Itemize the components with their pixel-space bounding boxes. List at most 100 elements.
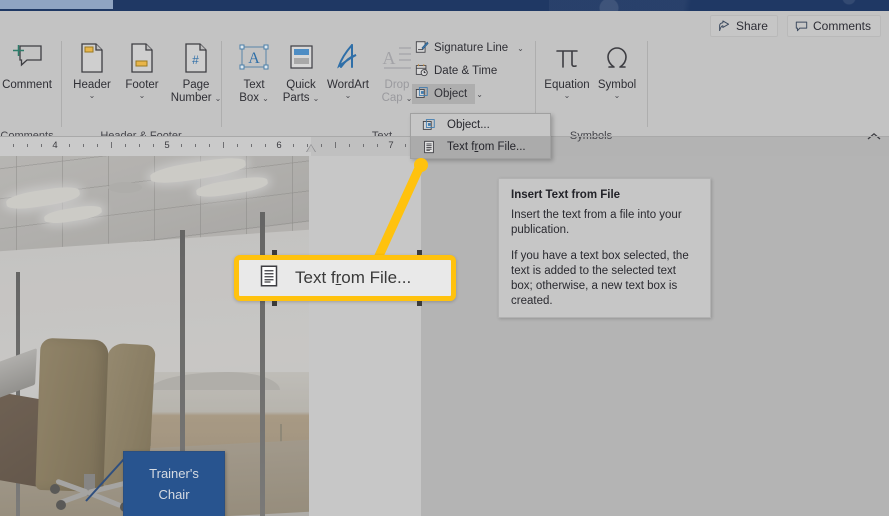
chevron-down-icon[interactable]: ⌄ [614, 92, 621, 100]
horizontal-ruler[interactable]: 4 5 6 7 [0, 137, 421, 156]
ruler-number: 5 [164, 140, 170, 151]
equation-button[interactable]: Equation ⌄ [540, 37, 594, 100]
ruler-tick [97, 144, 98, 147]
ruler-tick [153, 144, 154, 147]
text-box-button[interactable]: A Text Box ⌄ [227, 37, 281, 105]
calendar-clock-icon [415, 63, 429, 80]
omega-icon [602, 37, 632, 79]
title-bar-decoration [549, 0, 889, 11]
new-comment-icon [10, 37, 44, 79]
new-comment-button[interactable]: Comment [0, 37, 54, 92]
signature-line-label: Signature Line [434, 42, 509, 54]
signature-line-button[interactable]: Signature Line ⌄ [412, 38, 529, 58]
quick-parts-label-1: Quick [286, 79, 316, 91]
svg-text:A: A [383, 48, 396, 68]
ruler-tick [293, 144, 294, 147]
ribbon-top-right-buttons: Share Comments [709, 15, 881, 37]
symbol-button[interactable]: Symbol ⌄ [590, 37, 644, 100]
share-button[interactable]: Share [709, 15, 778, 37]
trainers-chair-shape[interactable]: Trainer's Chair [123, 451, 225, 516]
ruler-tick [251, 144, 252, 147]
share-label: Share [735, 19, 768, 33]
ruler-tick [181, 144, 182, 147]
date-time-button[interactable]: Date & Time [412, 61, 502, 81]
chevron-down-icon[interactable]: ⌄ [345, 92, 352, 100]
screentip-title: Insert Text from File [511, 189, 621, 201]
ruler-tick [27, 144, 28, 147]
menu-item-text-from-file[interactable]: Text from File... [411, 136, 550, 158]
ruler-indent-marker[interactable] [306, 144, 316, 152]
trainers-chair-label-line2: Chair [158, 487, 190, 502]
signature-line-icon [415, 40, 429, 57]
callout-leader-line [85, 458, 125, 502]
menu-item-object[interactable]: Object... [411, 114, 550, 136]
screentip-insert-text-from-file: Insert Text from File Insert the text fr… [498, 178, 711, 318]
object-icon [415, 86, 429, 103]
ruler-tick [83, 144, 84, 147]
text-box-icon: A [237, 37, 271, 79]
selection-handle[interactable] [417, 250, 422, 255]
ruler-tick [321, 144, 322, 147]
drop-cap-label-2: Cap [381, 92, 403, 104]
footer-button[interactable]: Footer ⌄ [115, 37, 169, 100]
ruler-tick [125, 144, 126, 147]
ribbon-collapse-button[interactable] [867, 128, 881, 146]
quick-parts-icon [286, 37, 316, 79]
ruler-number: 4 [52, 140, 58, 151]
ruler-tick [111, 142, 112, 148]
chevron-down-icon[interactable]: ⌄ [517, 44, 524, 53]
screentip-paragraph-1: Insert the text from a file into your pu… [511, 209, 682, 236]
ribbon-group-symbols: Equation ⌄ Symbol ⌄ Symbols [536, 35, 646, 147]
comments-button[interactable]: Comments [786, 15, 881, 37]
ribbon-group-header-footer: Header ⌄ Footer ⌄ # Page Number ⌄ [62, 35, 221, 147]
page-number-button[interactable]: # Page Number ⌄ [163, 37, 229, 105]
wordart-button[interactable]: WordArt ⌄ [319, 37, 377, 100]
ruler-tick [349, 144, 350, 147]
chevron-down-icon[interactable]: ⌄ [262, 94, 269, 103]
page-number-label-1: Page [182, 79, 210, 91]
footer-page-icon [129, 37, 155, 79]
ruler-tick [195, 144, 196, 147]
page-number-icon: # [183, 37, 209, 79]
menu-item-object-label: Object... [447, 119, 490, 131]
chevron-down-icon[interactable]: ⌄ [476, 90, 483, 99]
document-page[interactable]: Trainer's Chair [0, 156, 421, 516]
svg-text:#: # [192, 53, 199, 67]
chevron-down-icon[interactable]: ⌄ [139, 92, 146, 100]
ruler-tick [237, 144, 238, 147]
group-divider [647, 41, 648, 127]
word-application-window: Share Comments Comment Header ⌄ Footer ⌄… [0, 0, 889, 516]
wordart-icon [332, 37, 364, 79]
share-icon [718, 19, 731, 33]
ruler-tick [41, 144, 42, 147]
chevron-down-icon[interactable]: ⌄ [89, 92, 96, 100]
ruler-tick [209, 144, 210, 147]
trainers-chair-label-line1: Trainer's [149, 466, 199, 481]
comments-label: Comments [812, 19, 871, 33]
ruler-tick [405, 144, 406, 147]
title-bar-active-tab[interactable] [0, 0, 113, 9]
selection-handle[interactable] [417, 301, 422, 306]
drop-cap-icon: A [381, 37, 413, 79]
drop-cap-label-1: Drop [384, 79, 410, 91]
ruler-tick [377, 144, 378, 147]
chevron-down-icon[interactable]: ⌄ [564, 92, 571, 100]
object-button[interactable]: Object ⌄ [412, 84, 483, 104]
text-box-label-2: Box [239, 92, 260, 104]
annotation-callout-text-from-file: Text from File... [234, 255, 456, 301]
ruler-tick [69, 144, 70, 147]
selection-handle[interactable] [272, 301, 277, 306]
page-number-label-2: Number [170, 92, 212, 104]
selection-handle[interactable] [272, 250, 277, 255]
object-icon [421, 118, 437, 132]
text-from-file-icon [421, 140, 437, 154]
header-button[interactable]: Header ⌄ [65, 37, 119, 100]
new-comment-label: Comment [2, 79, 52, 91]
date-time-label: Date & Time [434, 65, 498, 77]
ruler-tick [223, 142, 224, 148]
menu-item-text-from-file-label: Text from File... [447, 141, 526, 153]
ruler-tick [363, 144, 364, 147]
object-label: Object [434, 88, 468, 100]
svg-text:A: A [248, 50, 260, 67]
annotation-callout-label: Text from File... [295, 268, 412, 287]
